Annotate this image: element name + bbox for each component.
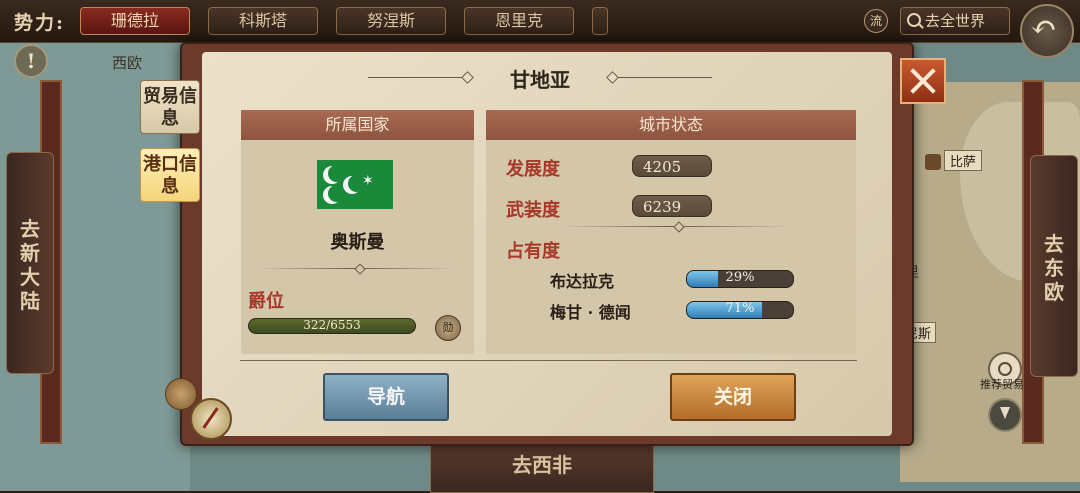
development-label: 发展度 bbox=[506, 159, 560, 180]
go-new-world-label: 去新大陆 bbox=[20, 217, 40, 313]
country-name: 奥斯曼 bbox=[330, 232, 385, 253]
dialog-title: 甘地亚 bbox=[510, 68, 570, 92]
faction-label: 势力: bbox=[14, 12, 66, 34]
armament-label: 武装度 bbox=[506, 200, 560, 221]
occupancy-percent: 71% bbox=[725, 301, 755, 316]
faction-tab-partial[interactable] bbox=[592, 7, 608, 35]
recommend-trade-label: 推荐贸易 bbox=[980, 378, 1024, 391]
rank-label: 爵位 bbox=[248, 291, 284, 312]
footer-divider bbox=[240, 360, 857, 361]
occupant-name: 梅甘 · 德闻 bbox=[550, 303, 631, 322]
search-icon bbox=[907, 13, 921, 27]
exclamation-icon[interactable]: ! bbox=[14, 44, 48, 78]
flag-icon: ✶ bbox=[317, 160, 393, 209]
flow-button[interactable]: 流 bbox=[864, 9, 888, 33]
rank-progress-bar: 322/6553 bbox=[248, 318, 416, 334]
close-icon[interactable] bbox=[900, 58, 946, 104]
city-name: 比萨 bbox=[944, 150, 983, 171]
star-icon: ✶ bbox=[362, 173, 374, 189]
occupancy-bar: 29% bbox=[686, 270, 794, 288]
go-east-europe-button[interactable]: 去东欧 bbox=[1030, 155, 1078, 377]
armament-value: 6239 bbox=[632, 195, 712, 217]
crescent-icon bbox=[343, 175, 365, 194]
compass-icon bbox=[190, 398, 232, 440]
faction-tab-4[interactable]: 恩里克 bbox=[464, 7, 574, 35]
crescent-icon bbox=[323, 165, 345, 184]
go-west-africa-button[interactable]: 去西非 bbox=[430, 442, 654, 493]
city-status-panel: 城市状态 bbox=[486, 110, 856, 354]
go-east-europe-label: 去东欧 bbox=[1044, 232, 1064, 304]
go-world-button[interactable]: 去全世界 bbox=[900, 7, 1010, 35]
occupancy-label: 占有度 bbox=[506, 241, 560, 262]
go-world-label: 去全世界 bbox=[925, 12, 986, 30]
city-marker-pisa[interactable]: 比萨 bbox=[925, 150, 983, 171]
globe-icon bbox=[165, 378, 197, 410]
go-west-africa-label: 去西非 bbox=[512, 453, 572, 477]
occupancy-bar: 71% bbox=[686, 301, 794, 319]
tab-trade-info[interactable]: 贸易信息 bbox=[140, 80, 200, 134]
development-value: 4205 bbox=[632, 155, 712, 177]
city-panel-header: 城市状态 bbox=[486, 110, 856, 140]
city-icon bbox=[925, 153, 941, 170]
title-ornament-right bbox=[612, 77, 712, 78]
rank-progress-text: 322/6553 bbox=[303, 318, 361, 332]
faction-tab-1[interactable]: 珊德拉 bbox=[80, 7, 190, 35]
tab-port-info[interactable]: 港口信息 bbox=[140, 148, 200, 202]
close-button[interactable]: 关闭 bbox=[670, 373, 796, 421]
back-arrow-icon[interactable] bbox=[1020, 4, 1074, 58]
location-pin-icon[interactable] bbox=[988, 398, 1022, 432]
divider bbox=[256, 268, 456, 269]
go-new-world-button[interactable]: 去新大陆 bbox=[6, 152, 54, 374]
faction-tab-3[interactable]: 努涅斯 bbox=[336, 7, 446, 35]
region-label-west-europe: 西欧 bbox=[112, 54, 143, 72]
occupant-name: 布达拉克 bbox=[550, 272, 615, 291]
crescent-icon bbox=[323, 185, 345, 204]
top-bar: 势力: 珊德拉 科斯塔 努涅斯 恩里克 流 去全世界 bbox=[0, 0, 1080, 43]
faction-tab-2[interactable]: 科斯塔 bbox=[208, 7, 318, 35]
navigate-button[interactable]: 导航 bbox=[323, 373, 449, 421]
title-ornament-left bbox=[368, 77, 468, 78]
occupancy-percent: 29% bbox=[725, 270, 755, 285]
medal-icon[interactable]: 勋 bbox=[435, 315, 461, 341]
country-panel-header: 所属国家 bbox=[241, 110, 474, 140]
divider bbox=[560, 226, 790, 227]
